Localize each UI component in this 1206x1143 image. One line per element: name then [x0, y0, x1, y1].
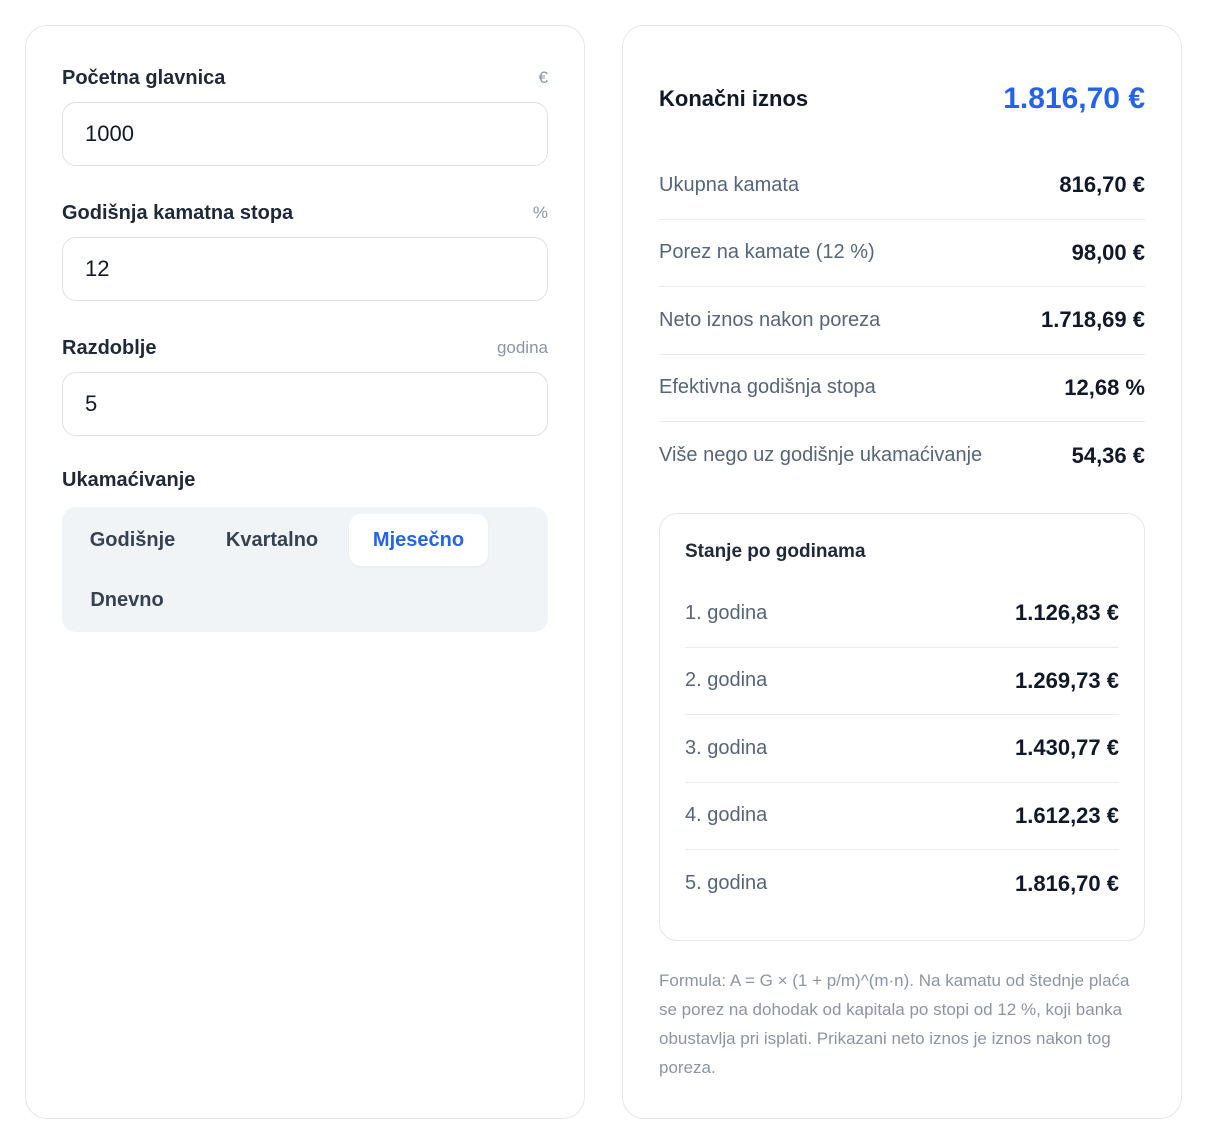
- compounding-option-quarterly[interactable]: Kvartalno: [203, 514, 341, 566]
- metric-row: Efektivna godišnja stopa 12,68 %: [659, 355, 1145, 422]
- metrics-list: Ukupna kamata 816,70 € Porez na kamate (…: [659, 152, 1145, 490]
- compounding-option-yearly[interactable]: Godišnje: [70, 514, 195, 566]
- yearly-row: 1. godina 1.126,83 €: [685, 580, 1119, 648]
- metric-row: Neto iznos nakon poreza 1.718,69 €: [659, 287, 1145, 355]
- compounding-option-monthly[interactable]: Mjesečno: [349, 514, 488, 566]
- yearly-balance-title: Stanje po godinama: [685, 541, 866, 562]
- total-amount-value: 1.816,70 €: [1003, 82, 1145, 115]
- metric-label: Neto iznos nakon poreza: [659, 308, 881, 331]
- metric-row: Ukupna kamata 816,70 €: [659, 152, 1145, 220]
- yearly-row: 3. godina 1.430,77 €: [685, 715, 1119, 783]
- metric-value: 98,00 €: [1071, 239, 1145, 265]
- compounding-segmented-control: Godišnje Kvartalno Mjesečno Dnevno: [62, 507, 548, 632]
- metric-label: Efektivna godišnja stopa: [659, 376, 876, 399]
- yearly-row: 4. godina 1.612,23 €: [685, 783, 1119, 850]
- yearly-year: 5. godina: [685, 872, 768, 895]
- yearly-value: 1.816,70 €: [1015, 870, 1119, 896]
- principal-unit: €: [538, 68, 548, 87]
- yearly-row: 2. godina 1.269,73 €: [685, 648, 1119, 715]
- metric-value: 1.718,69 €: [1041, 307, 1145, 333]
- rate-field: Godišnja kamatna stopa %: [62, 199, 548, 301]
- rate-unit: %: [532, 203, 548, 222]
- calculator-form-card: Početna glavnica € Godišnja kamatna stop…: [25, 25, 585, 1119]
- metric-label: Više nego uz godišnje ukamaćivanje: [659, 444, 983, 467]
- rate-label: Godišnja kamatna stopa: [62, 201, 294, 224]
- total-amount-label: Konačni iznos: [659, 86, 809, 111]
- results-card: Konačni iznos 1.816,70 € Ukupna kamata 8…: [622, 25, 1182, 1119]
- formula-note: Formula: A = G × (1 + p/m)^(m·n). Na kam…: [659, 971, 1130, 1077]
- yearly-balance-box: Stanje po godinama 1. godina 1.126,83 € …: [659, 513, 1145, 941]
- yearly-year: 4. godina: [685, 804, 768, 827]
- yearly-year: 2. godina: [685, 669, 768, 692]
- yearly-balance-list: 1. godina 1.126,83 € 2. godina 1.269,73 …: [685, 580, 1119, 918]
- metric-label: Porez na kamate (12 %): [659, 241, 875, 264]
- yearly-year: 1. godina: [685, 601, 768, 624]
- compounding-option-daily[interactable]: Dnevno: [70, 574, 184, 626]
- metric-value: 816,70 €: [1059, 172, 1145, 198]
- total-amount-row: Konačni iznos 1.816,70 €: [659, 78, 1145, 120]
- period-field: Razdoblje godina: [62, 334, 548, 436]
- period-label: Razdoblje: [62, 336, 157, 359]
- yearly-year: 3. godina: [685, 736, 768, 759]
- metric-label: Ukupna kamata: [659, 173, 800, 196]
- yearly-row: 5. godina 1.816,70 €: [685, 850, 1119, 918]
- compounding-label: Ukamaćivanje: [62, 469, 196, 491]
- yearly-value: 1.269,73 €: [1015, 667, 1119, 693]
- yearly-value: 1.126,83 €: [1015, 600, 1119, 626]
- principal-field: Početna glavnica €: [62, 64, 548, 166]
- principal-input[interactable]: [62, 102, 548, 166]
- metric-value: 12,68 %: [1064, 374, 1145, 400]
- yearly-value: 1.430,77 €: [1015, 735, 1119, 761]
- metric-row: Više nego uz godišnje ukamaćivanje 54,36…: [659, 422, 1145, 490]
- rate-input[interactable]: [62, 237, 548, 301]
- metric-value: 54,36 €: [1071, 442, 1145, 468]
- period-unit: godina: [496, 338, 548, 357]
- principal-label: Početna glavnica: [62, 66, 226, 89]
- yearly-value: 1.612,23 €: [1015, 802, 1119, 828]
- metric-row: Porez na kamate (12 %) 98,00 €: [659, 220, 1145, 287]
- period-input[interactable]: [62, 372, 548, 436]
